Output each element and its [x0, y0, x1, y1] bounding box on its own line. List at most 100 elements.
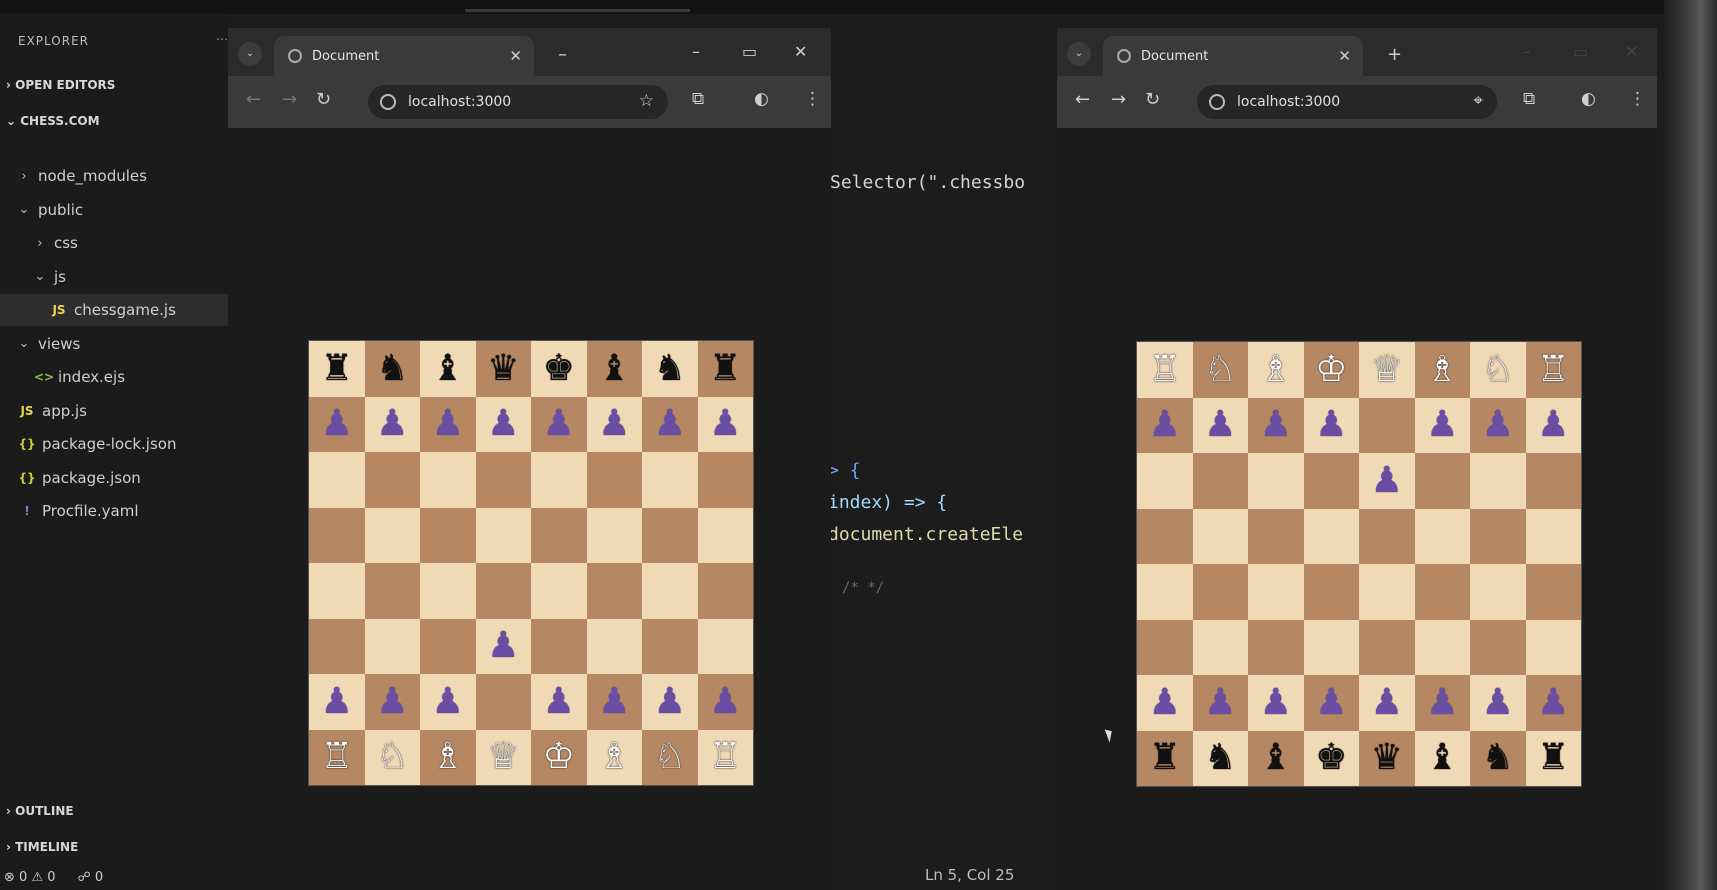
chess-piece[interactable]: ♟: [654, 406, 686, 442]
address-bar[interactable]: localhost:3000 ☆: [368, 85, 668, 119]
chess-piece[interactable]: ♟: [1315, 407, 1347, 443]
board-square[interactable]: ♟: [697, 396, 753, 452]
extensions-icon[interactable]: ⧉: [692, 89, 704, 109]
board-square[interactable]: [1359, 564, 1415, 620]
chessboard-white-view[interactable]: ♜ ♞ ♝ ♛ ♚ ♝ ♞ ♜ ♟ ♟ ♟ ♟ ♟ ♟ ♟ ♟ ♟ ♟ ♟ ♟ ♟ ♟ ♟ ♟ ♖ ♘ ♗ ♕ ♔ ♗ ♘ ♖: [308, 340, 754, 786]
board-square[interactable]: [697, 452, 753, 508]
tree-file[interactable]: ! Procfile.yaml: [0, 495, 228, 527]
chess-piece[interactable]: ♜: [321, 350, 353, 387]
chess-piece[interactable]: ♘: [654, 739, 686, 775]
back-icon[interactable]: ←: [1075, 89, 1090, 110]
board-square[interactable]: [1414, 508, 1470, 564]
board-square[interactable]: ♛: [1359, 730, 1415, 786]
chess-piece[interactable]: ♟: [487, 406, 519, 442]
maximize-icon[interactable]: ▭: [1573, 42, 1588, 61]
minimize-icon[interactable]: –: [1523, 42, 1531, 61]
board-square[interactable]: [475, 674, 531, 730]
board-square[interactable]: [531, 563, 587, 619]
reload-icon[interactable]: ↻: [1145, 89, 1160, 110]
board-square[interactable]: [309, 563, 365, 619]
board-square[interactable]: ♛: [475, 341, 531, 397]
board-square[interactable]: [1303, 453, 1359, 509]
board-square[interactable]: ♚: [531, 341, 587, 397]
board-square[interactable]: ♟: [1359, 453, 1415, 509]
board-square[interactable]: ♜: [309, 341, 365, 397]
chess-piece[interactable]: ♘: [1204, 351, 1236, 388]
chess-piece[interactable]: ♟: [543, 683, 575, 720]
board-square[interactable]: ♟: [1248, 397, 1304, 453]
board-square[interactable]: ♟: [1248, 675, 1304, 731]
reload-icon[interactable]: ↻: [316, 89, 331, 110]
board-square[interactable]: [642, 618, 698, 674]
board-square[interactable]: [1303, 564, 1359, 620]
chess-piece[interactable]: ♟: [1260, 684, 1292, 721]
board-square[interactable]: [1359, 397, 1415, 453]
board-square[interactable]: [1359, 508, 1415, 564]
board-square[interactable]: [1248, 508, 1304, 564]
chess-piece[interactable]: ♞: [1482, 740, 1514, 776]
chess-piece[interactable]: ♚: [1315, 740, 1347, 776]
chess-piece[interactable]: ♝: [1260, 740, 1292, 776]
chess-piece[interactable]: ♟: [1426, 407, 1458, 443]
tree-file[interactable]: <> index.ejs: [0, 361, 228, 393]
chess-piece[interactable]: ♟: [376, 683, 408, 720]
board-square[interactable]: [1525, 508, 1581, 564]
board-square[interactable]: [1525, 619, 1581, 675]
board-square[interactable]: [420, 618, 476, 674]
board-square[interactable]: ♟: [309, 396, 365, 452]
chess-piece[interactable]: ♟: [654, 683, 686, 720]
board-square[interactable]: [475, 563, 531, 619]
chess-piece[interactable]: ♟: [709, 406, 741, 442]
board-square[interactable]: ♟: [364, 674, 420, 730]
tree-file[interactable]: {} package-lock.json: [0, 428, 228, 460]
forward-icon[interactable]: →: [282, 89, 297, 110]
board-square[interactable]: [642, 452, 698, 508]
tree-file[interactable]: JS app.js: [0, 395, 228, 427]
board-square[interactable]: [1303, 508, 1359, 564]
board-square[interactable]: [697, 507, 753, 563]
chess-piece[interactable]: ♟: [1371, 684, 1403, 721]
board-square[interactable]: ♝: [1414, 730, 1470, 786]
board-square[interactable]: ♟: [475, 618, 531, 674]
tree-folder[interactable]: ⌄ js: [0, 261, 228, 293]
board-square[interactable]: ♚: [1303, 730, 1359, 786]
status-bar-left[interactable]: ⊗ 0 ⚠ 0 ☍ 0: [0, 864, 228, 890]
board-square[interactable]: [1470, 619, 1526, 675]
board-square[interactable]: ♜: [1525, 730, 1581, 786]
chess-piece[interactable]: ♟: [1537, 684, 1569, 721]
chess-piece[interactable]: ♞: [654, 350, 686, 387]
board-square[interactable]: [586, 618, 642, 674]
chess-piece[interactable]: ♚: [543, 350, 575, 387]
chess-piece[interactable]: ♛: [487, 350, 519, 387]
board-square[interactable]: ♞: [1192, 730, 1248, 786]
chess-piece[interactable]: ♘: [376, 739, 408, 775]
chess-piece[interactable]: ♟: [1149, 684, 1181, 721]
board-square[interactable]: ♕: [475, 729, 531, 785]
chess-piece[interactable]: ♘: [1482, 351, 1514, 388]
chess-piece[interactable]: ♟: [543, 406, 575, 442]
tab-search-icon[interactable]: ⌄: [1067, 42, 1091, 66]
board-square[interactable]: [475, 507, 531, 563]
chess-piece[interactable]: ♜: [1149, 740, 1181, 776]
problems-indicator[interactable]: ⊗ 0 ⚠ 0: [4, 870, 56, 885]
chess-piece[interactable]: ♝: [598, 350, 630, 387]
chess-piece[interactable]: ♗: [598, 739, 630, 775]
board-square[interactable]: [586, 507, 642, 563]
board-square[interactable]: ♟: [420, 674, 476, 730]
board-square[interactable]: ♘: [1192, 342, 1248, 398]
close-tab-icon[interactable]: ✕: [509, 47, 522, 65]
chess-piece[interactable]: ♛: [1371, 740, 1403, 776]
tab-document[interactable]: Document ✕: [1103, 36, 1363, 76]
board-square[interactable]: [1414, 453, 1470, 509]
board-square[interactable]: [309, 507, 365, 563]
chess-piece[interactable]: ♗: [1260, 351, 1292, 388]
chess-piece[interactable]: ♟: [1537, 407, 1569, 443]
ports-indicator[interactable]: ☍ 0: [78, 870, 104, 885]
tree-folder[interactable]: ⌄ public: [0, 194, 228, 226]
chess-piece[interactable]: ♟: [598, 683, 630, 720]
chess-piece[interactable]: ♟: [1204, 407, 1236, 443]
chess-piece[interactable]: ♟: [487, 628, 519, 664]
board-square[interactable]: ♟: [1470, 675, 1526, 731]
back-icon[interactable]: ←: [246, 89, 261, 110]
chess-piece[interactable]: ♖: [709, 739, 741, 775]
